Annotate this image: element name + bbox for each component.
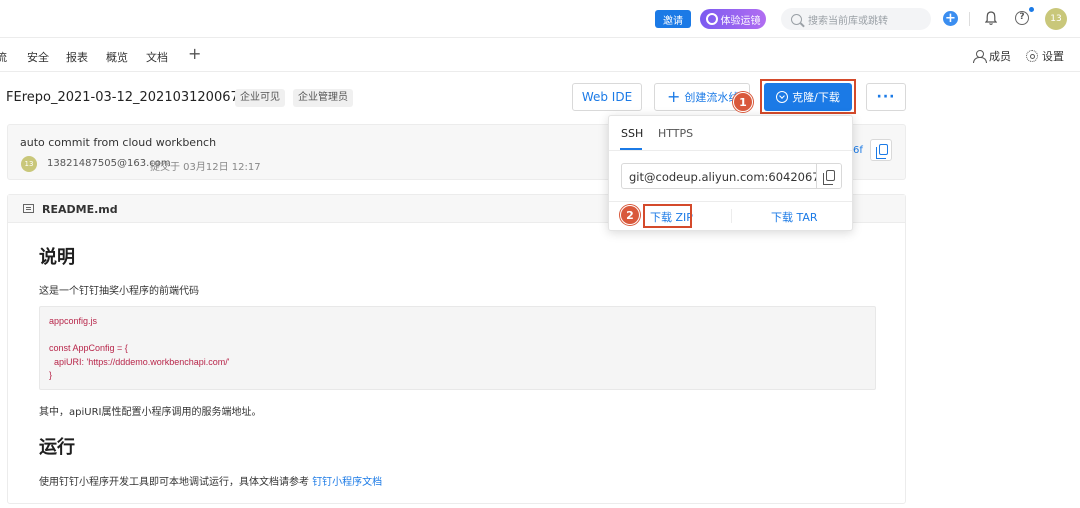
tab-security[interactable]: 安全 (27, 49, 49, 65)
copy-url-button[interactable] (816, 164, 841, 188)
top-bar: 邀请 体验运镜 搜索当前库或跳转 + ? 13 (0, 0, 1080, 38)
tab-pipeline[interactable]: 流 (0, 49, 7, 65)
avatar[interactable]: 13 (1045, 8, 1067, 30)
search-icon (791, 13, 802, 25)
commit-avatar: 13 (21, 156, 37, 172)
role-badge: 企业管理员 (293, 89, 353, 107)
zip-highlight (643, 204, 692, 228)
divider (731, 209, 732, 223)
search-input[interactable]: 搜索当前库或跳转 (781, 8, 931, 30)
download-icon (776, 91, 789, 103)
add-tab-icon[interactable]: + (188, 44, 201, 63)
trial-button[interactable]: 体验运镜 (700, 9, 766, 29)
code-block: appconfig.js const AppConfig = { apiURI:… (39, 306, 876, 390)
commit-message[interactable]: auto commit from cloud workbench (20, 136, 216, 149)
more-button[interactable]: ··· (866, 83, 906, 111)
trial-icon (705, 13, 718, 25)
bell-icon[interactable] (985, 11, 997, 26)
add-icon[interactable]: + (943, 11, 958, 26)
divider (609, 201, 852, 202)
clone-download-button[interactable]: 克隆/下载 (764, 83, 852, 111)
copy-icon (876, 144, 888, 159)
clone-url-field[interactable]: git@codeup.aliyun.com:6042067fb (621, 163, 842, 189)
trial-label: 体验运镜 (720, 15, 761, 27)
create-pipeline-label: 创建流水线 (684, 91, 740, 104)
tab-divider (609, 150, 852, 151)
commit-time: 提交于 03月12日 12:17 (150, 162, 261, 173)
tab-overview[interactable]: 概览 (106, 49, 128, 65)
settings-link[interactable]: 设置 (1026, 48, 1064, 64)
step-badge-2: 2 (620, 205, 640, 225)
members-link[interactable]: 成员 (973, 48, 1011, 64)
copy-icon (823, 170, 835, 185)
search-placeholder: 搜索当前库或跳转 (808, 15, 888, 27)
docs-link[interactable]: 钉钉小程序文档 (312, 477, 382, 488)
heading-run: 运行 (39, 437, 75, 458)
readme-filename: README.md (42, 203, 118, 216)
tab-https[interactable]: HTTPS (658, 127, 693, 140)
web-ide-button[interactable]: Web IDE (572, 83, 642, 111)
copy-hash-button[interactable] (870, 139, 892, 161)
repo-title: FErepo_2021-03-12_2021031200679226 (6, 90, 272, 105)
gear-icon (1026, 50, 1038, 62)
tab-docs[interactable]: 文档 (146, 49, 168, 65)
settings-label: 设置 (1042, 50, 1064, 63)
invite-button[interactable]: 邀请 (655, 10, 691, 28)
plus-icon: + (667, 87, 681, 106)
visibility-badge: 企业可见 (235, 89, 285, 107)
divider (969, 12, 970, 26)
run-instructions: 使用钉钉小程序开发工具即可本地调试运行，具体文档请参考 钉钉小程序文档 (39, 473, 382, 488)
description-text: 这是一个钉钉抽奖小程序的前端代码 (39, 286, 199, 297)
help-icon[interactable]: ? (1015, 11, 1029, 25)
run-text: 使用钉钉小程序开发工具即可本地调试运行，具体文档请参考 (39, 477, 313, 488)
readme-panel: README.md 说明 这是一个钉钉抽奖小程序的前端代码 appconfig.… (7, 194, 906, 504)
step-badge-1: 1 (733, 92, 753, 112)
notification-dot (1029, 7, 1034, 12)
download-tar-link[interactable]: 下载 TAR (771, 209, 818, 225)
user-icon (973, 50, 987, 63)
nav-bar: 流 安全 报表 概览 文档 + 成员 设置 (0, 38, 1080, 72)
members-label: 成员 (989, 50, 1011, 63)
document-icon (23, 204, 34, 213)
tab-ssh[interactable]: SSH (621, 127, 643, 140)
heading-description: 说明 (39, 247, 75, 268)
clone-url[interactable]: git@codeup.aliyun.com:6042067fb (629, 170, 817, 184)
clone-label: 克隆/下载 (792, 91, 840, 104)
api-description: 其中，apiURI属性配置小程序调用的服务端地址。 (39, 407, 262, 418)
tab-reports[interactable]: 报表 (66, 49, 88, 65)
commit-hash[interactable]: 6f (853, 145, 863, 156)
